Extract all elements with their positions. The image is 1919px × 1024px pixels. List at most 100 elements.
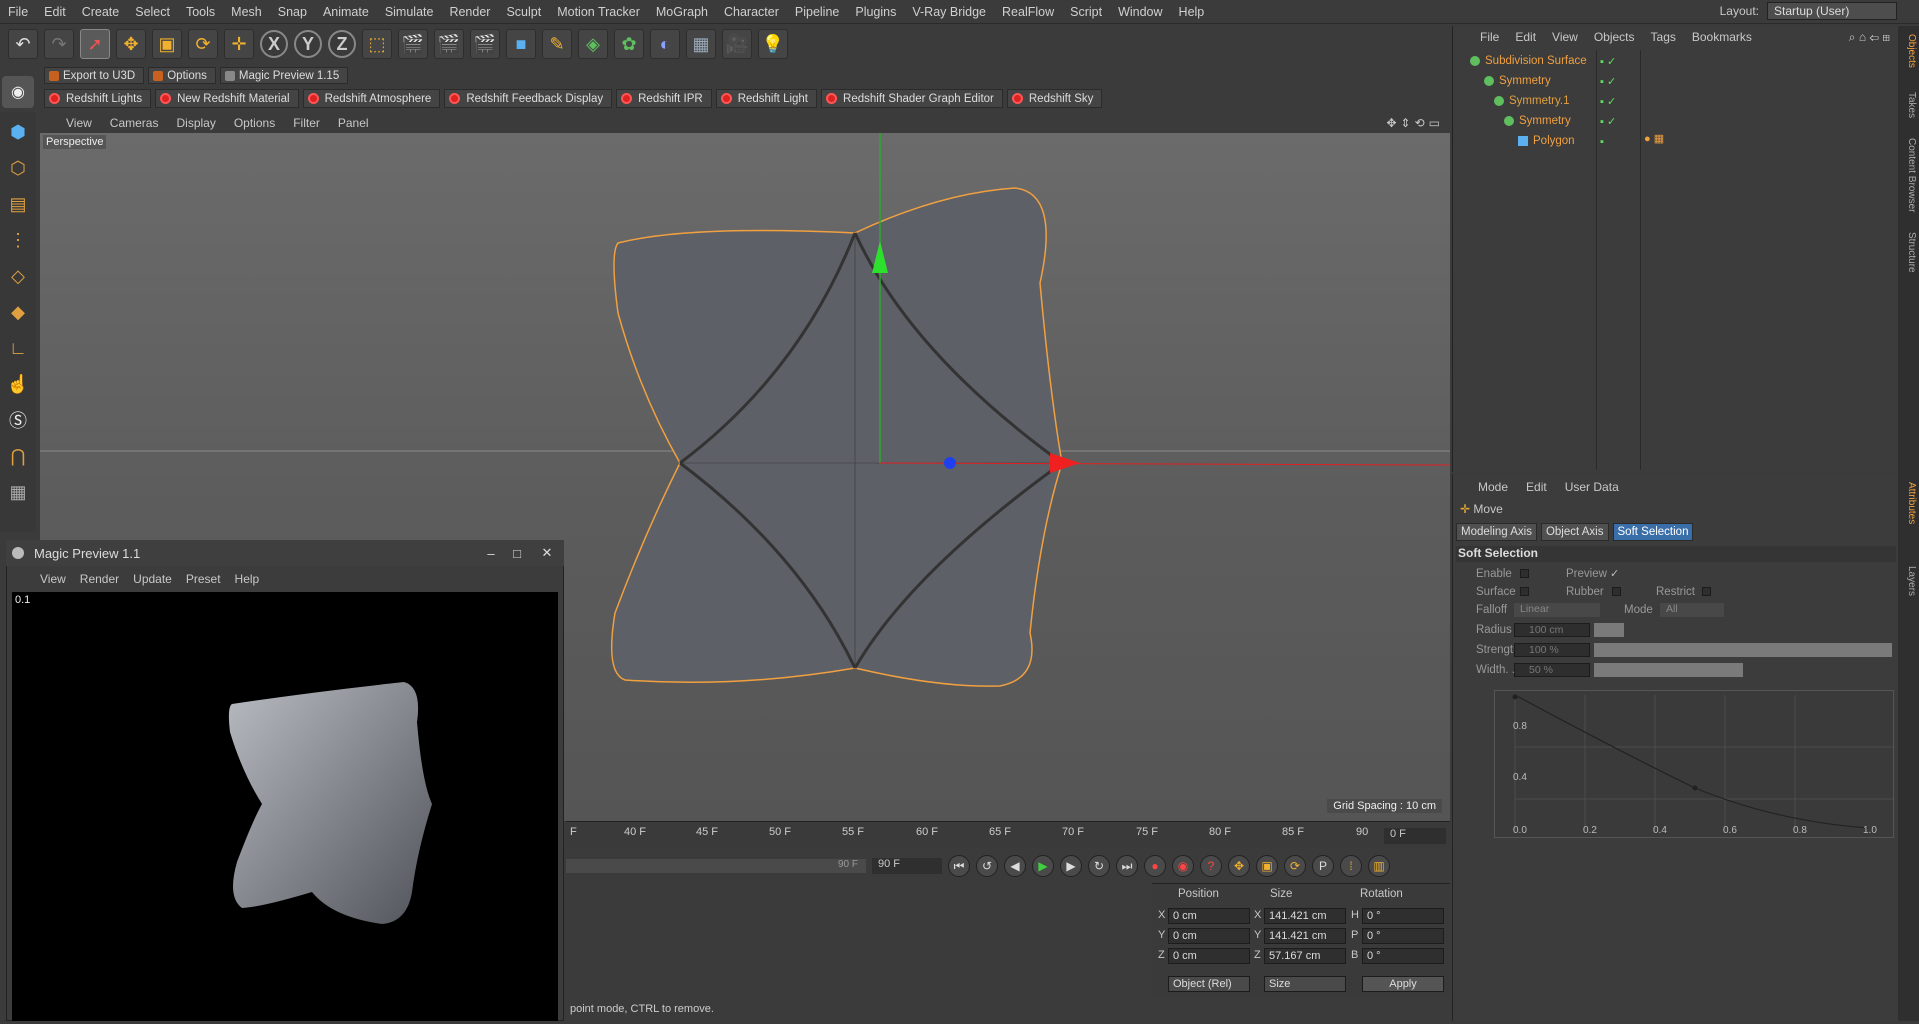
key-position-icon[interactable]: ✥ — [1228, 855, 1250, 877]
object-row-subdivision[interactable]: Subdivision Surface — [1470, 52, 1587, 70]
size-z-field[interactable]: 57.167 cm — [1264, 948, 1346, 964]
tweak-mode-icon[interactable]: ☝ — [1, 368, 35, 400]
preview-menu-view[interactable]: View — [40, 572, 66, 586]
magnet-icon[interactable]: ⋂ — [1, 440, 35, 472]
edges-mode-icon[interactable]: ◇ — [1, 260, 35, 292]
viewport-menu-panel[interactable]: Panel — [338, 116, 369, 130]
mograph-cloner-icon[interactable]: ✿ — [614, 29, 644, 59]
viewport-menu-view[interactable]: View — [66, 116, 92, 130]
options-button[interactable]: Options — [148, 67, 216, 84]
viewport-nav-icons[interactable]: ✥⇕⟲▭ — [1386, 116, 1444, 130]
rotate-tool-icon[interactable]: ⟳ — [188, 29, 218, 59]
viewport-menu-filter[interactable]: Filter — [293, 116, 320, 130]
preview-menu-help[interactable]: Help — [235, 572, 260, 586]
surface-checkbox[interactable] — [1520, 587, 1529, 596]
object-row-polygon[interactable]: Polygon — [1518, 132, 1575, 150]
menu-mograph[interactable]: MoGraph — [648, 5, 716, 19]
object-row-symmetry[interactable]: Symmetry — [1484, 72, 1551, 90]
rotation-p-field[interactable]: 0 ° — [1362, 928, 1444, 944]
axis-mode-icon[interactable]: ∟ — [1, 332, 35, 364]
preview-checkbox[interactable]: ✓ — [1610, 567, 1619, 580]
side-tab-structure[interactable]: Structure — [1900, 232, 1917, 273]
camera-icon[interactable]: 🎥 — [722, 29, 752, 59]
keyframe-help-icon[interactable]: ? — [1200, 855, 1222, 877]
menu-create[interactable]: Create — [74, 5, 128, 19]
menu-select[interactable]: Select — [127, 5, 178, 19]
record-icon[interactable]: ● — [1144, 855, 1166, 877]
menu-plugins[interactable]: Plugins — [847, 5, 904, 19]
light-icon[interactable]: 💡 — [758, 29, 788, 59]
om-menu-tags[interactable]: Tags — [1651, 30, 1676, 44]
key-scale-icon[interactable]: ▣ — [1256, 855, 1278, 877]
width-slider[interactable] — [1594, 663, 1743, 677]
menu-render[interactable]: Render — [441, 5, 498, 19]
mesh-object[interactable] — [610, 187, 1063, 687]
floor-icon[interactable]: ▦ — [686, 29, 716, 59]
polygons-mode-icon[interactable]: ◆ — [1, 296, 35, 328]
move-tool-icon[interactable]: ✥ — [116, 29, 146, 59]
am-menu-edit[interactable]: Edit — [1526, 480, 1547, 494]
key-rotation-icon[interactable]: ⟳ — [1284, 855, 1306, 877]
close-icon[interactable]: ✕ — [530, 545, 564, 561]
om-menu-objects[interactable]: Objects — [1594, 30, 1635, 44]
play-icon[interactable]: ▶ — [1032, 855, 1054, 877]
next-key-icon[interactable]: ↻ — [1088, 855, 1110, 877]
layout-dropdown[interactable]: Startup (User) — [1767, 2, 1897, 20]
key-pla-icon[interactable]: ⁞ — [1340, 855, 1362, 877]
rotation-h-field[interactable]: 0 ° — [1362, 908, 1444, 924]
recent-tool-icon[interactable]: ✛ — [224, 29, 254, 59]
tab-soft-selection[interactable]: Soft Selection — [1612, 523, 1694, 541]
menu-window[interactable]: Window — [1110, 5, 1170, 19]
maximize-icon[interactable]: □ — [504, 546, 530, 561]
coordinate-system-icon[interactable]: ⬚ — [362, 29, 392, 59]
timeline-icon[interactable]: ▥ — [1368, 855, 1390, 877]
scale-tool-icon[interactable]: ▣ — [152, 29, 182, 59]
side-tab-layers[interactable]: Layers — [1900, 566, 1917, 596]
menu-tools[interactable]: Tools — [178, 5, 223, 19]
redshift-sky-button[interactable]: Redshift Sky — [1006, 89, 1103, 108]
y-axis-icon[interactable]: Y — [294, 30, 322, 58]
z-axis-icon[interactable]: Z — [328, 30, 356, 58]
side-tab-content-browser[interactable]: Content Browser — [1900, 138, 1917, 212]
render-settings-icon[interactable]: 🎬 — [470, 29, 500, 59]
redshift-lights-button[interactable]: Redshift Lights — [44, 89, 152, 108]
grid-icon[interactable]: ▦ — [1, 476, 35, 508]
menu-script[interactable]: Script — [1062, 5, 1110, 19]
menu-edit[interactable]: Edit — [36, 5, 74, 19]
x-axis-arrow[interactable] — [1050, 453, 1080, 473]
radius-field[interactable]: 100 cm — [1514, 623, 1590, 637]
visibility-checks[interactable]: ▪ ✓ ▪ ✓ ▪ ✓ ▪ ✓ ▪ — [1600, 52, 1616, 152]
menu-motion-tracker[interactable]: Motion Tracker — [549, 5, 648, 19]
am-menu-userdata[interactable]: User Data — [1565, 480, 1619, 494]
redshift-ipr-button[interactable]: Redshift IPR — [616, 89, 712, 108]
new-redshift-material-button[interactable]: New Redshift Material — [155, 89, 299, 108]
undo-icon[interactable]: ↶ — [8, 29, 38, 59]
menu-simulate[interactable]: Simulate — [377, 5, 442, 19]
falloff-dropdown[interactable]: Linear — [1514, 603, 1600, 617]
prev-key-icon[interactable]: ↺ — [976, 855, 998, 877]
export-u3d-button[interactable]: Export to U3D — [44, 67, 145, 84]
key-param-icon[interactable]: P — [1312, 855, 1334, 877]
render-picture-viewer-icon[interactable]: 🎬 — [434, 29, 464, 59]
om-menu-bookmarks[interactable]: Bookmarks — [1692, 30, 1752, 44]
menu-help[interactable]: Help — [1171, 5, 1213, 19]
object-row-symmetry-1[interactable]: Symmetry.1 — [1494, 92, 1570, 110]
model-mode-icon[interactable]: ⬢ — [1, 116, 35, 148]
side-tab-objects[interactable]: Objects — [1900, 34, 1917, 68]
redshift-light-button[interactable]: Redshift Light — [715, 89, 818, 108]
om-search-icon[interactable]: ⌕ ⌂ ⇦ ⊞ — [1849, 30, 1890, 45]
size-y-field[interactable]: 141.421 cm — [1264, 928, 1346, 944]
timeline-ruler[interactable]: 40 F 45 F 50 F 55 F 60 F 65 F 70 F 75 F … — [566, 821, 1450, 847]
menu-character[interactable]: Character — [716, 5, 787, 19]
live-selection-icon[interactable]: ➚ — [80, 29, 110, 59]
x-axis-icon[interactable]: X — [260, 30, 288, 58]
preview-menu-preset[interactable]: Preset — [186, 572, 221, 586]
minimize-icon[interactable]: – — [478, 546, 504, 561]
range-slider[interactable]: 90 F — [566, 859, 866, 873]
magic-preview-canvas[interactable]: 0.1 — [12, 592, 558, 1021]
redshift-feedback-display-button[interactable]: Redshift Feedback Display — [444, 89, 613, 108]
go-start-icon[interactable]: ⏮ — [948, 855, 970, 877]
rotation-b-field[interactable]: 0 ° — [1362, 948, 1444, 964]
rubber-checkbox[interactable] — [1612, 587, 1621, 596]
menu-sculpt[interactable]: Sculpt — [498, 5, 549, 19]
